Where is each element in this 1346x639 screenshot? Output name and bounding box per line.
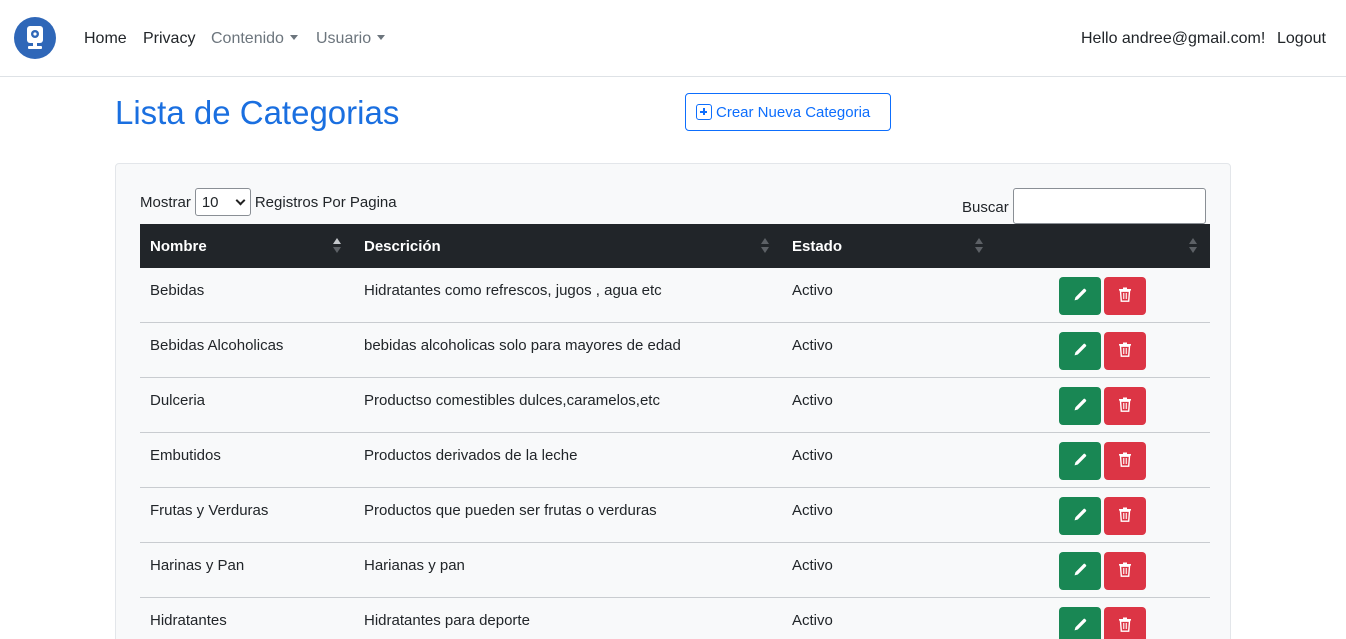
- table-row: Bebidas Hidratantes como refrescos, jugos…: [140, 268, 1210, 323]
- cell-nombre: Dulceria: [150, 392, 206, 409]
- edit-button[interactable]: [1059, 607, 1101, 639]
- cell-nombre: Bebidas Alcoholicas: [150, 337, 284, 354]
- edit-button[interactable]: [1059, 387, 1101, 425]
- user-greeting[interactable]: Hello andree@gmail.com!: [1081, 29, 1265, 49]
- cell-nombre: Bebidas: [150, 282, 205, 299]
- page-size-select[interactable]: 10: [194, 188, 251, 216]
- search-label: Buscar: [962, 199, 1009, 216]
- trash-icon: [1118, 507, 1132, 525]
- delete-button[interactable]: [1104, 442, 1146, 480]
- table-row: Frutas y Verduras Productos que pueden se…: [140, 488, 1210, 543]
- plus-square-icon: [696, 104, 712, 120]
- table-row: Dulceria Productso comestibles dulces,car…: [140, 378, 1210, 433]
- sort-icon[interactable]: [761, 238, 769, 254]
- nav-contenido-label: Contenido: [211, 30, 284, 47]
- create-category-button[interactable]: Crear Nueva Categoria: [685, 93, 891, 131]
- create-category-label: Crear Nueva Categoria: [716, 103, 871, 121]
- pencil-icon: [1073, 618, 1087, 635]
- sort-icon[interactable]: [1189, 238, 1197, 254]
- cell-estado: Activo: [792, 447, 833, 464]
- cell-estado: Activo: [792, 557, 833, 574]
- caret-down-icon: [289, 35, 298, 40]
- pencil-icon: [1073, 343, 1087, 360]
- page-title: Lista de Categorias: [115, 94, 400, 131]
- pencil-icon: [1073, 288, 1087, 305]
- cell-descripcion: Productos que pueden ser frutas o verdur…: [364, 502, 657, 519]
- cell-descripcion: Hidratantes como refrescos, jugos , agua…: [364, 282, 662, 299]
- edit-button[interactable]: [1059, 277, 1101, 315]
- cell-descripcion: Productso comestibles dulces,caramelos,e…: [364, 392, 660, 409]
- pencil-icon: [1073, 453, 1087, 470]
- cell-nombre: Embutidos: [150, 447, 221, 464]
- cell-estado: Activo: [792, 337, 833, 354]
- page-size-value: 10: [201, 193, 219, 211]
- cell-descripcion: Hidratantes para deporte: [364, 612, 530, 629]
- column-header-nombre[interactable]: Nombre: [150, 224, 207, 268]
- table-header: Nombre Descrición Estado: [140, 224, 1210, 268]
- delete-button[interactable]: [1104, 497, 1146, 535]
- chevron-down-icon: [235, 195, 246, 205]
- pencil-icon: [1073, 563, 1087, 580]
- nav-contenido-dropdown[interactable]: Contenido: [211, 29, 298, 49]
- edit-button[interactable]: [1059, 442, 1101, 480]
- cell-estado: Activo: [792, 392, 833, 409]
- trash-icon: [1118, 562, 1132, 580]
- edit-button[interactable]: [1059, 497, 1101, 535]
- logout-link[interactable]: Logout: [1277, 29, 1326, 49]
- edit-button[interactable]: [1059, 552, 1101, 590]
- table-row: Embutidos Productos derivados de la leche…: [140, 433, 1210, 488]
- search-input[interactable]: [1013, 188, 1206, 224]
- trash-icon: [1118, 617, 1132, 635]
- nav-usuario-dropdown[interactable]: Usuario: [316, 29, 386, 49]
- cell-descripcion: Productos derivados de la leche: [364, 447, 578, 464]
- pencil-icon: [1073, 508, 1087, 525]
- delete-button[interactable]: [1104, 332, 1146, 370]
- delete-button[interactable]: [1104, 607, 1146, 639]
- cell-estado: Activo: [792, 282, 833, 299]
- trash-icon: [1118, 342, 1132, 360]
- top-navbar: Home Privacy Contenido Usuario Hello and…: [0, 0, 1346, 77]
- sort-asc-icon[interactable]: [333, 238, 341, 254]
- delete-button[interactable]: [1104, 277, 1146, 315]
- table-row: Harinas y Pan Harianas y pan Activo: [140, 543, 1210, 598]
- cell-estado: Activo: [792, 612, 833, 629]
- table-row: Hidratantes Hidratantes para deporte Activ…: [140, 598, 1210, 639]
- column-header-estado[interactable]: Estado: [792, 224, 842, 268]
- page-length-control: Mostrar 10 Registros Por Pagina: [140, 188, 397, 216]
- nav-privacy-link[interactable]: Privacy: [143, 29, 195, 49]
- trash-icon: [1118, 452, 1132, 470]
- cell-descripcion: Harianas y pan: [364, 557, 465, 574]
- table-body: Bebidas Hidratantes como refrescos, jugos…: [140, 268, 1210, 639]
- table-row: Bebidas Alcoholicas bebidas alcoholicas s…: [140, 323, 1210, 378]
- caret-down-icon: [377, 35, 386, 40]
- brand-logo-icon[interactable]: [14, 17, 56, 59]
- edit-button[interactable]: [1059, 332, 1101, 370]
- delete-button[interactable]: [1104, 552, 1146, 590]
- sort-icon[interactable]: [975, 238, 983, 254]
- show-prefix-label: Mostrar: [140, 193, 191, 211]
- cell-nombre: Hidratantes: [150, 612, 227, 629]
- pencil-icon: [1073, 398, 1087, 415]
- cell-estado: Activo: [792, 502, 833, 519]
- cell-nombre: Frutas y Verduras: [150, 502, 269, 519]
- show-suffix-label: Registros Por Pagina: [254, 193, 397, 211]
- trash-icon: [1118, 397, 1132, 415]
- nav-usuario-label: Usuario: [316, 30, 372, 47]
- nav-home-link[interactable]: Home: [84, 29, 127, 49]
- trash-icon: [1118, 287, 1132, 305]
- cell-descripcion: bebidas alcoholicas solo para mayores de…: [364, 337, 681, 354]
- cell-nombre: Harinas y Pan: [150, 557, 245, 574]
- delete-button[interactable]: [1104, 387, 1146, 425]
- column-header-descripcion[interactable]: Descrición: [364, 224, 441, 268]
